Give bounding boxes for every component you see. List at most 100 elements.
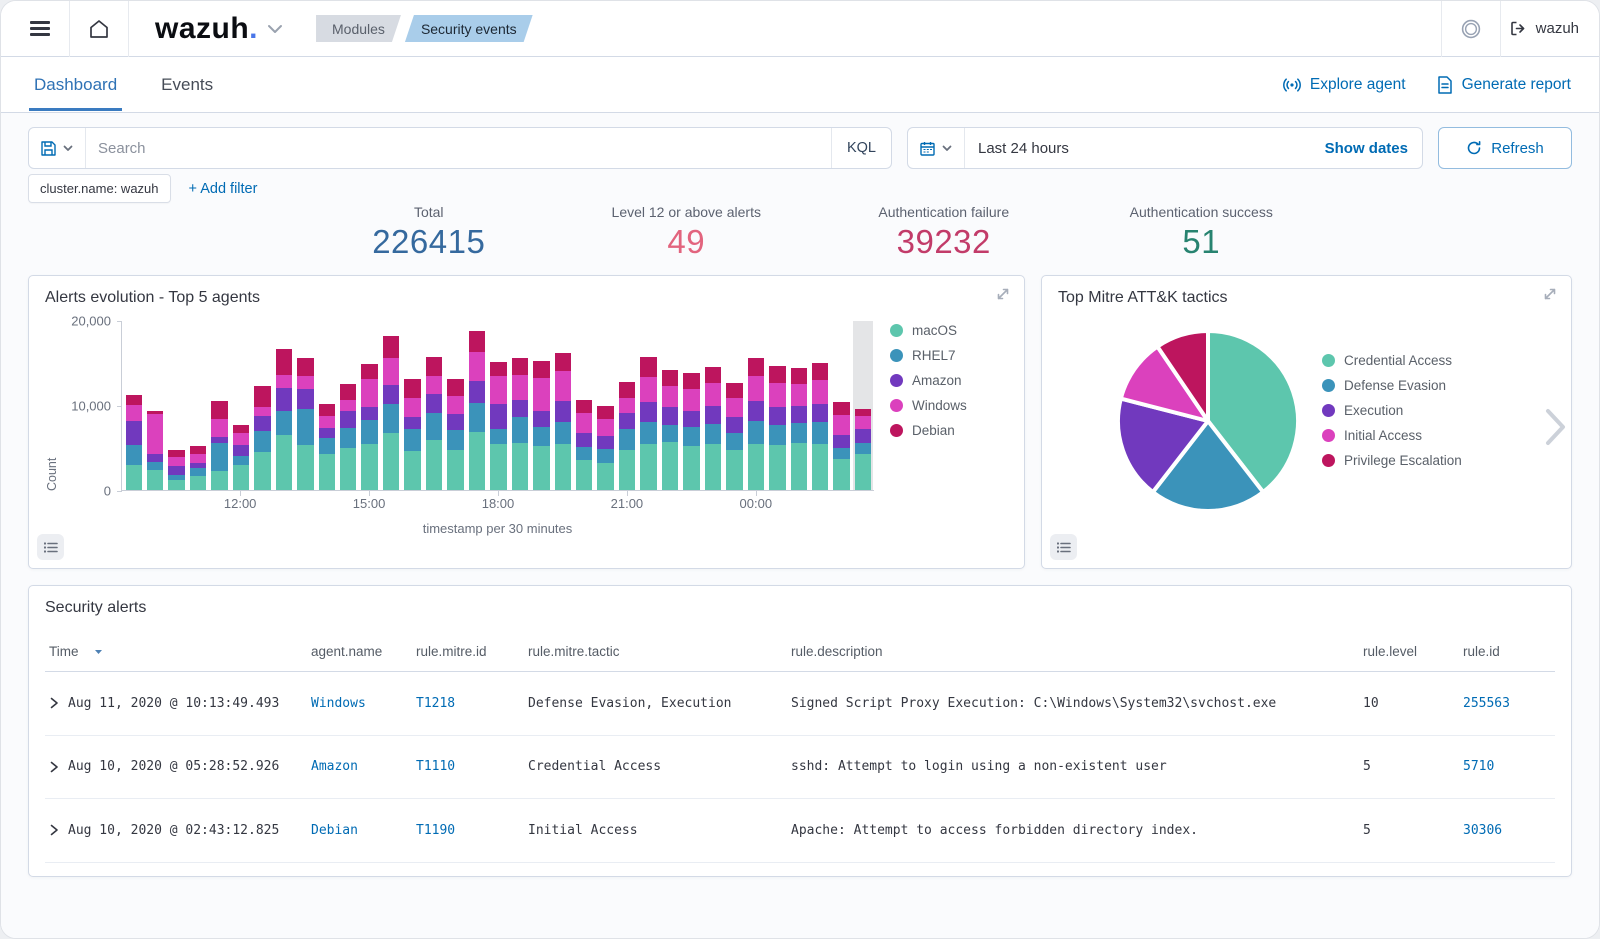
bar-segment-rhel7[interactable] bbox=[276, 411, 292, 435]
bar-segment-windows[interactable] bbox=[447, 396, 463, 414]
bar-segment-amazon[interactable] bbox=[126, 421, 142, 446]
expand-panel-button[interactable] bbox=[994, 285, 1014, 305]
bar-segment-macos[interactable] bbox=[361, 444, 377, 490]
bar-segment-debian[interactable] bbox=[812, 363, 828, 380]
bar-segment-windows[interactable] bbox=[426, 376, 442, 394]
bar-segment-debian[interactable] bbox=[748, 358, 764, 376]
bar-segment-windows[interactable] bbox=[211, 419, 227, 437]
bar-segment-windows[interactable] bbox=[640, 377, 656, 402]
bar-segment-rhel7[interactable] bbox=[190, 468, 206, 476]
bar-segment-windows[interactable] bbox=[361, 379, 377, 407]
bar-segment-macos[interactable] bbox=[855, 454, 871, 490]
row-expand-button[interactable] bbox=[49, 824, 59, 836]
bar-segment-rhel7[interactable] bbox=[769, 425, 785, 445]
bar-segment-debian[interactable] bbox=[276, 349, 292, 375]
bar-segment-amazon[interactable] bbox=[533, 411, 549, 426]
legend-item-rhel7[interactable]: RHEL7 bbox=[890, 348, 1008, 363]
bar-segment-windows[interactable] bbox=[576, 413, 592, 433]
cell-mitre_id[interactable]: T1110 bbox=[416, 759, 528, 774]
explore-agent-button[interactable]: Explore agent bbox=[1282, 75, 1406, 95]
home-button[interactable] bbox=[78, 8, 120, 50]
bar-segment-macos[interactable] bbox=[576, 460, 592, 490]
bar-segment-rhel7[interactable] bbox=[211, 443, 227, 472]
bar-segment-debian[interactable] bbox=[233, 425, 249, 433]
bar-segment-debian[interactable] bbox=[340, 384, 356, 401]
legend-item-amazon[interactable]: Amazon bbox=[890, 373, 1008, 388]
bar-segment-rhel7[interactable] bbox=[383, 404, 399, 433]
bar-segment-macos[interactable] bbox=[147, 470, 163, 490]
bar-segment-macos[interactable] bbox=[383, 433, 399, 490]
bar-segment-rhel7[interactable] bbox=[319, 438, 335, 453]
bar-segment-macos[interactable] bbox=[619, 450, 635, 490]
bar-segment-rhel7[interactable] bbox=[512, 417, 528, 442]
tab-events[interactable]: Events bbox=[156, 59, 218, 111]
bar-segment-amazon[interactable] bbox=[490, 404, 506, 429]
saved-queries-button[interactable] bbox=[29, 128, 86, 168]
cell-mitre_id[interactable]: T1218 bbox=[416, 696, 528, 711]
bar-segment-macos[interactable] bbox=[791, 443, 807, 490]
carousel-next-button[interactable] bbox=[1534, 403, 1570, 453]
bar-segment-windows[interactable] bbox=[126, 405, 142, 421]
bar-segment-windows[interactable] bbox=[319, 416, 335, 429]
kql-button[interactable]: KQL bbox=[831, 128, 891, 168]
time-range-value[interactable]: Last 24 hours bbox=[965, 140, 1311, 157]
bar-segment-rhel7[interactable] bbox=[340, 428, 356, 447]
legend-item-windows[interactable]: Windows bbox=[890, 398, 1008, 413]
bar-segment-rhel7[interactable] bbox=[705, 424, 721, 444]
menu-button[interactable] bbox=[19, 8, 61, 50]
legend-toggle-button[interactable] bbox=[37, 534, 64, 560]
cell-rule_id[interactable]: 5710 bbox=[1463, 759, 1551, 774]
bar-segment-amazon[interactable] bbox=[726, 417, 742, 432]
bar-segment-rhel7[interactable] bbox=[490, 429, 506, 443]
bar-segment-windows[interactable] bbox=[705, 383, 721, 406]
bar-segment-rhel7[interactable] bbox=[662, 425, 678, 442]
bar-segment-amazon[interactable] bbox=[147, 454, 163, 462]
bar-segment-windows[interactable] bbox=[404, 398, 420, 417]
bar-segment-debian[interactable] bbox=[512, 358, 528, 375]
bar-segment-macos[interactable] bbox=[168, 480, 184, 490]
bar-segment-rhel7[interactable] bbox=[404, 429, 420, 451]
legend-item-debian[interactable]: Debian bbox=[890, 423, 1008, 438]
bar-segment-windows[interactable] bbox=[662, 386, 678, 407]
bar-segment-amazon[interactable] bbox=[383, 385, 399, 404]
bar-segment-debian[interactable] bbox=[168, 450, 184, 458]
bar-segment-rhel7[interactable] bbox=[791, 423, 807, 442]
cell-rule_id[interactable]: 255563 bbox=[1463, 696, 1551, 711]
bar-segment-amazon[interactable] bbox=[662, 407, 678, 425]
bar-segment-windows[interactable] bbox=[748, 376, 764, 401]
bar-segment-macos[interactable] bbox=[490, 444, 506, 490]
row-expand-button[interactable] bbox=[49, 761, 59, 773]
bar-segment-debian[interactable] bbox=[426, 357, 442, 376]
bar-segment-macos[interactable] bbox=[769, 445, 785, 490]
bar-segment-rhel7[interactable] bbox=[855, 443, 871, 454]
bar-segment-macos[interactable] bbox=[447, 450, 463, 490]
bar-segment-debian[interactable] bbox=[769, 366, 785, 383]
cell-agent[interactable]: Debian bbox=[311, 823, 416, 838]
bar-segment-windows[interactable] bbox=[233, 433, 249, 445]
legend-item-macos[interactable]: macOS bbox=[890, 323, 1008, 338]
bar-segment-debian[interactable] bbox=[404, 379, 420, 398]
bar-segment-amazon[interactable] bbox=[276, 388, 292, 412]
cell-rule_id[interactable]: 30306 bbox=[1463, 823, 1551, 838]
bar-segment-debian[interactable] bbox=[190, 446, 206, 454]
bar-segment-amazon[interactable] bbox=[404, 417, 420, 429]
bar-segment-windows[interactable] bbox=[512, 375, 528, 400]
bar-segment-debian[interactable] bbox=[855, 409, 871, 416]
search-input[interactable] bbox=[86, 140, 831, 157]
bar-segment-rhel7[interactable] bbox=[447, 430, 463, 450]
legend-item-credential-access[interactable]: Credential Access bbox=[1322, 353, 1500, 368]
expand-panel-button[interactable] bbox=[1541, 285, 1561, 305]
bar-segment-rhel7[interactable] bbox=[833, 448, 849, 459]
bar-segment-macos[interactable] bbox=[233, 465, 249, 490]
bar-segment-macos[interactable] bbox=[662, 442, 678, 490]
bar-segment-windows[interactable] bbox=[490, 376, 506, 404]
column-header-time[interactable]: Time bbox=[49, 644, 311, 659]
bar-segment-macos[interactable] bbox=[683, 446, 699, 490]
bar-segment-amazon[interactable] bbox=[619, 413, 635, 429]
bar-segment-windows[interactable] bbox=[833, 415, 849, 435]
bar-segment-windows[interactable] bbox=[469, 352, 485, 381]
bar-segment-rhel7[interactable] bbox=[812, 422, 828, 443]
bar-segment-windows[interactable] bbox=[791, 384, 807, 406]
bar-segment-amazon[interactable] bbox=[340, 411, 356, 428]
bar-segment-debian[interactable] bbox=[533, 361, 549, 378]
